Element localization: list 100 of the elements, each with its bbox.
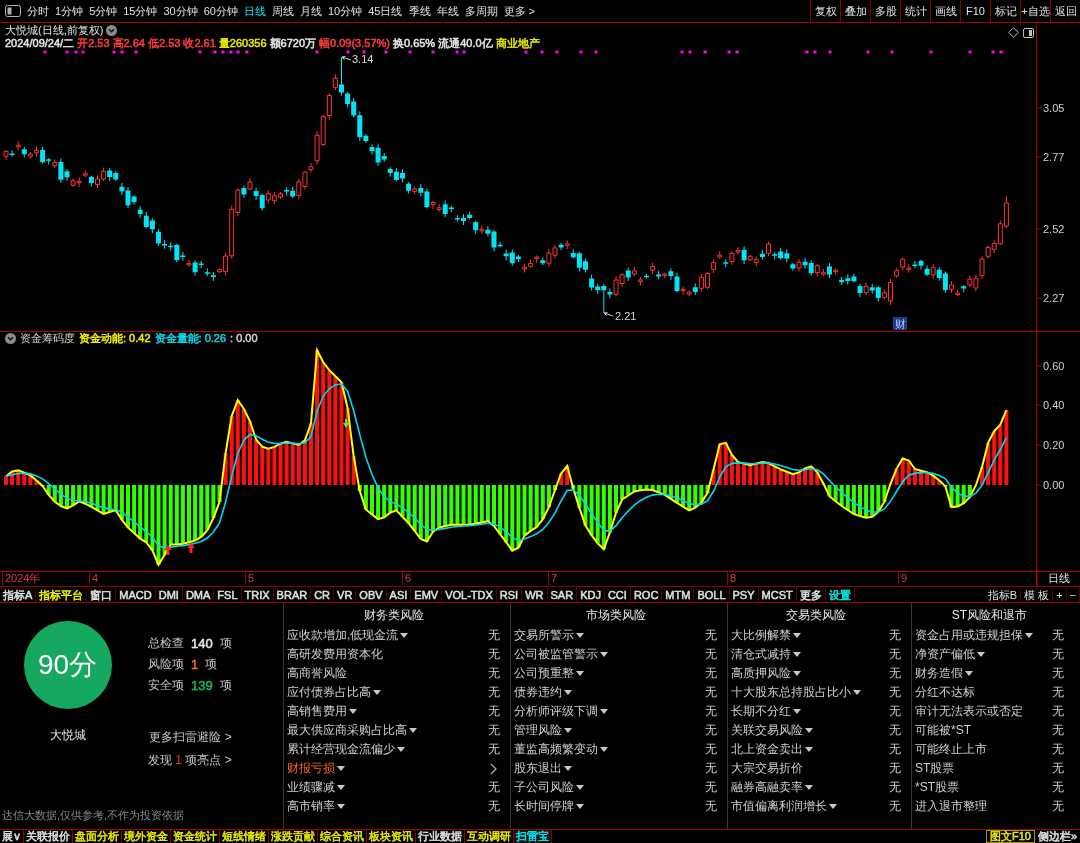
caret-down-icon[interactable] xyxy=(793,633,801,638)
indicator-tab[interactable]: 设置 xyxy=(825,587,855,602)
bottom-tab[interactable]: 盘面分析 xyxy=(73,830,123,843)
indicator-tab[interactable]: TRIX xyxy=(241,587,274,602)
period-tab[interactable]: 5分钟 xyxy=(86,0,121,22)
chevron-down-icon[interactable] xyxy=(106,25,118,36)
indicator-tab[interactable]: MCST xyxy=(758,587,797,602)
caret-down-icon[interactable] xyxy=(600,652,608,657)
chevron-down-icon[interactable] xyxy=(5,333,16,344)
indicator-tab[interactable]: 更多 xyxy=(796,587,826,602)
period-tab[interactable]: 日线 xyxy=(241,0,269,22)
toolbar-button[interactable]: 多股 xyxy=(870,0,900,22)
caret-down-icon[interactable] xyxy=(805,747,813,752)
caret-down-icon[interactable] xyxy=(600,747,608,752)
toolbar-button[interactable]: 标记 xyxy=(990,0,1020,22)
toolbar-button[interactable]: F10 xyxy=(960,0,990,22)
caret-down-icon[interactable] xyxy=(793,709,801,714)
period-tab[interactable]: 多周期 xyxy=(461,0,501,22)
indicator-tab[interactable]: VOL-TDX xyxy=(442,587,497,602)
caret-down-icon[interactable] xyxy=(564,690,572,695)
caret-down-icon[interactable] xyxy=(564,766,572,771)
bottom-tab[interactable]: 短线情绪 xyxy=(220,830,270,843)
caret-down-icon[interactable] xyxy=(805,785,813,790)
bottom-tab[interactable]: 扫雷宝 xyxy=(514,830,553,843)
caret-down-icon[interactable] xyxy=(337,766,345,771)
caret-down-icon[interactable] xyxy=(600,709,608,714)
toolbar-button[interactable]: 统计 xyxy=(900,0,930,22)
period-tab[interactable]: 15分钟 xyxy=(120,0,161,22)
caret-down-icon[interactable] xyxy=(576,633,584,638)
indicator-tab[interactable]: DMA xyxy=(182,587,215,602)
period-tab[interactable]: 30分钟 xyxy=(160,0,201,22)
caret-down-icon[interactable] xyxy=(853,690,861,695)
bottom-tab[interactable]: 展∨ xyxy=(0,830,25,843)
caret-down-icon[interactable] xyxy=(793,652,801,657)
indicator-tab[interactable]: SAR xyxy=(547,587,578,602)
indicator-tab[interactable]: WR xyxy=(522,587,548,602)
bottom-tab[interactable]: 板块资讯 xyxy=(367,830,417,843)
indicator-tab[interactable]: 窗口 xyxy=(87,587,117,602)
indicator-tab[interactable]: FSL xyxy=(214,587,242,602)
caret-down-icon[interactable] xyxy=(1025,633,1033,638)
highlights-link[interactable]: 发现 1 项亮点 > xyxy=(148,752,232,768)
indicator-tab[interactable]: + xyxy=(1053,587,1067,602)
caret-down-icon[interactable] xyxy=(576,671,584,676)
indicator-tab[interactable]: ROC xyxy=(630,587,663,602)
period-tab[interactable]: 10分钟 xyxy=(325,0,366,22)
period-tab[interactable]: 1分钟 xyxy=(52,0,87,22)
indicator-tab[interactable]: 指标平台 xyxy=(36,587,88,602)
indicator-tab[interactable]: − xyxy=(1066,587,1080,602)
indicator-tab[interactable]: MACD xyxy=(116,587,156,602)
caret-down-icon[interactable] xyxy=(409,728,417,733)
indicator-tab[interactable]: MTM xyxy=(662,587,695,602)
toolbar-button[interactable]: 画线 xyxy=(930,0,960,22)
indicator-tab[interactable]: VR xyxy=(334,587,357,602)
indicator-tab[interactable]: ASI xyxy=(386,587,412,602)
bottom-tab[interactable]: 侧边栏» xyxy=(1034,830,1080,843)
indicator-tab[interactable]: EMV xyxy=(411,587,443,602)
indicator-tab[interactable]: OBV xyxy=(356,587,387,602)
caret-down-icon[interactable] xyxy=(576,804,584,809)
bottom-tab[interactable]: 关联报价 xyxy=(24,830,74,843)
bottom-tab[interactable]: 资金统计 xyxy=(171,830,221,843)
panel-toggle-icon[interactable] xyxy=(1023,27,1034,38)
indicator-tab[interactable]: BOLL xyxy=(694,587,730,602)
more-scan-link[interactable]: 更多扫雷避险 > xyxy=(149,729,232,745)
period-tab[interactable]: 季线 xyxy=(405,0,434,22)
chevron-right-icon[interactable] xyxy=(490,762,497,775)
indicator-tab[interactable]: 指标A xyxy=(0,587,37,602)
indicator-tab[interactable]: PSY xyxy=(729,587,759,602)
caret-down-icon[interactable] xyxy=(829,804,837,809)
period-tab[interactable]: 月线 xyxy=(297,0,325,22)
diamond-icon[interactable] xyxy=(1008,27,1019,38)
caret-down-icon[interactable] xyxy=(977,652,985,657)
toolbar-button[interactable]: 叠加 xyxy=(840,0,870,22)
caret-down-icon[interactable] xyxy=(337,804,345,809)
toolbar-button[interactable]: 返回 xyxy=(1050,0,1080,22)
period-tab[interactable]: 45日线 xyxy=(365,0,406,22)
caret-down-icon[interactable] xyxy=(349,709,357,714)
sidebar-toggle-icon[interactable] xyxy=(5,5,21,17)
caret-down-icon[interactable] xyxy=(373,690,381,695)
bottom-tab[interactable]: 境外资金 xyxy=(122,830,172,843)
indicator-tab[interactable]: CR xyxy=(311,587,335,602)
indicator-tab[interactable]: CCI xyxy=(604,587,631,602)
indicator-tab[interactable]: 指标B xyxy=(984,587,1022,602)
caret-down-icon[interactable] xyxy=(965,671,973,676)
caret-down-icon[interactable] xyxy=(564,728,572,733)
caret-down-icon[interactable] xyxy=(576,785,584,790)
toolbar-button[interactable]: +自选 xyxy=(1020,0,1050,22)
bottom-tab[interactable]: 综合资讯 xyxy=(318,830,368,843)
toolbar-button[interactable]: 复权 xyxy=(810,0,840,22)
period-tab[interactable]: 更多 > xyxy=(500,0,538,22)
period-tab[interactable]: 分时 xyxy=(24,0,52,22)
caret-down-icon[interactable] xyxy=(337,785,345,790)
period-tab[interactable]: 周线 xyxy=(269,0,297,22)
indicator-tab[interactable]: 模 板 xyxy=(1021,587,1054,602)
period-tab[interactable]: 60分钟 xyxy=(200,0,241,22)
period-tab[interactable]: 年线 xyxy=(433,0,462,22)
caret-down-icon[interactable] xyxy=(400,633,409,638)
caret-down-icon[interactable] xyxy=(805,728,813,733)
caret-down-icon[interactable] xyxy=(397,747,405,752)
bottom-tab[interactable]: 涨跌贡献 xyxy=(269,830,319,843)
indicator-tab[interactable]: DMI xyxy=(155,587,183,602)
